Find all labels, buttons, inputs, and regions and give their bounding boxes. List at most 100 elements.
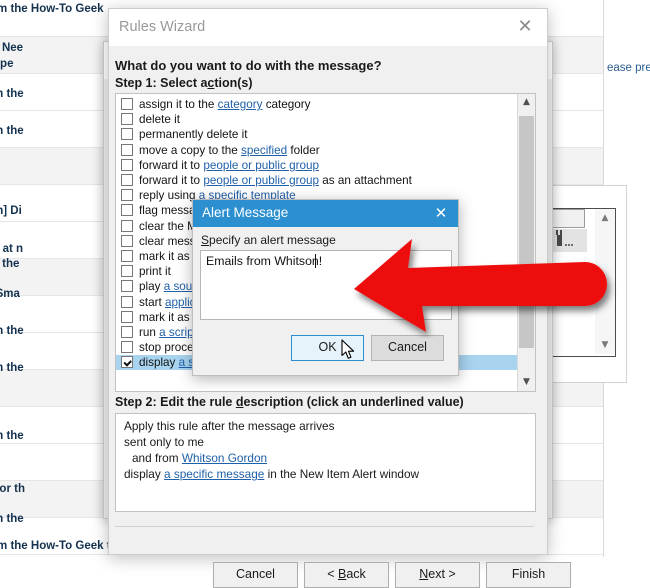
action-checkbox[interactable] [121,204,133,217]
scrollbar-thumb[interactable] [519,116,534,348]
background-message-text: t's the [0,258,20,270]
rule-description-line: sent only to me [124,435,204,449]
background-message-text: om the [0,513,24,525]
back-button[interactable]: < Back [304,562,389,588]
action-checkbox[interactable] [121,174,133,186]
scroll-down-icon[interactable]: ▼ [595,336,615,354]
action-link[interactable]: specified [241,144,287,157]
mouse-pointer-icon [341,339,357,361]
action-text: move a copy to the [139,143,241,157]
action-label: delete it [139,112,180,127]
background-message-text: om the [0,88,24,100]
action-link[interactable]: category [218,98,263,111]
rule-description-text: sent only to me [124,435,204,449]
step1-label-post: tion(s) [214,76,253,90]
action-text: category [262,98,311,111]
action-list-item[interactable]: permanently delete it [116,127,535,142]
action-text: display [139,356,179,370]
action-label: move a copy to the specified folder [139,143,320,158]
action-label: permanently delete it [139,127,248,142]
action-checkbox[interactable] [121,356,133,369]
action-text: forward it to [139,174,204,187]
action-checkbox[interactable] [121,143,133,156]
action-checkbox[interactable] [121,265,133,278]
alert-message-title: Alert Message [202,205,289,220]
rule-description-editor[interactable]: Apply this rule after the message arrive… [115,413,536,512]
action-label: run a script [139,325,197,340]
text-caret [315,254,316,268]
action-checkbox[interactable] [121,280,133,293]
background-scrollbar[interactable]: ▲ ▼ [595,209,615,354]
background-right-text: ease pre [607,62,650,74]
back-button-post: ack [346,567,366,581]
action-text: run [139,326,160,339]
back-button-accel: B [337,567,347,581]
action-checkbox[interactable] [121,341,133,354]
background-message-text: om the [0,325,24,337]
action-list-item[interactable]: assign it to the category category [116,97,535,112]
action-label: print it [139,264,171,279]
action-link[interactable]: people or public group [203,174,319,187]
back-button-pre: < [327,567,338,581]
background-message-text: ck Nee [0,42,24,54]
action-text: print it [139,265,171,279]
action-text: delete it [139,113,180,127]
next-button-accel: N [419,567,429,581]
background-message-text: om the [0,125,24,137]
wizard-question: What do you want to do with the message? [115,58,382,73]
rule-description-text: in the New Item Alert window [264,467,420,481]
step1-label: Step 1: Select action(s) [115,76,253,90]
alert-message-input[interactable]: Emails from Whitson! [200,250,452,320]
action-checkbox[interactable] [121,128,133,141]
next-button-post: ext > [428,567,456,581]
action-list-scrollbar[interactable]: ▲ ▼ [517,94,535,391]
cancel-button[interactable]: Cancel [371,335,444,361]
background-message-text: ion] Di [0,205,22,217]
close-icon[interactable]: ✕ [430,203,452,223]
finish-button[interactable]: Finish [486,562,571,588]
background-message-text: s for th [0,483,25,495]
rules-wizard-titlebar: Rules Wizard ✕ [109,9,547,46]
footer-divider [115,526,534,527]
action-checkbox[interactable] [121,234,133,247]
action-text: play [139,280,164,294]
action-checkbox[interactable] [121,113,133,126]
action-checkbox[interactable] [121,310,133,323]
action-text: forward it to [139,158,204,172]
step2-label-pre: Step 2: Edit the rule [115,395,236,409]
action-list-item[interactable]: forward it to people or public group as … [116,173,535,188]
action-checkbox[interactable] [121,326,133,338]
chevron-down-icon[interactable]: ▼ [518,374,535,391]
close-icon[interactable]: ✕ [513,16,537,38]
action-checkbox[interactable] [121,189,133,202]
action-checkbox[interactable] [121,250,133,262]
action-checkbox[interactable] [121,295,133,308]
action-checkbox[interactable] [121,158,133,171]
rule-description-link[interactable]: Whitson Gordon [182,451,267,465]
action-text: assign it to the [139,98,218,111]
action-checkbox[interactable] [121,219,133,232]
background-message-text: ok at n [0,243,24,255]
rules-wizard-title: Rules Wizard [119,19,206,35]
action-list-item[interactable]: forward it to people or public group [116,158,535,173]
rule-description-text: Apply this rule after the message arrive… [124,419,335,433]
action-text: as an attachment [318,174,412,187]
field-label-accel: S [201,233,210,247]
step2-label: Step 2: Edit the rule description (click… [115,395,464,409]
step2-label-post: escription (click an underlined value) [243,395,464,409]
action-link[interactable]: people or public group [203,159,319,172]
action-list-item[interactable]: move a copy to the specified folder [116,143,535,158]
cancel-button[interactable]: Cancel [213,562,298,588]
action-text: permanently delete it [139,128,248,142]
action-label: forward it to people or public group [139,158,319,173]
alert-message-value: Emails from Whitson! [206,254,323,268]
scroll-up-icon[interactable]: ▲ [595,209,615,227]
action-list-item[interactable]: delete it [116,112,535,127]
chevron-up-icon[interactable]: ▲ [518,94,535,111]
rule-description-link[interactable]: a specific message [164,467,264,481]
alert-message-dialog: Alert Message ✕ Specify an alert message… [192,199,459,376]
background-message-text: e/Sma [0,288,20,300]
action-checkbox[interactable] [121,98,133,110]
step1-label-pre: Step 1: Select a [115,76,208,90]
next-button[interactable]: Next > [395,562,480,588]
